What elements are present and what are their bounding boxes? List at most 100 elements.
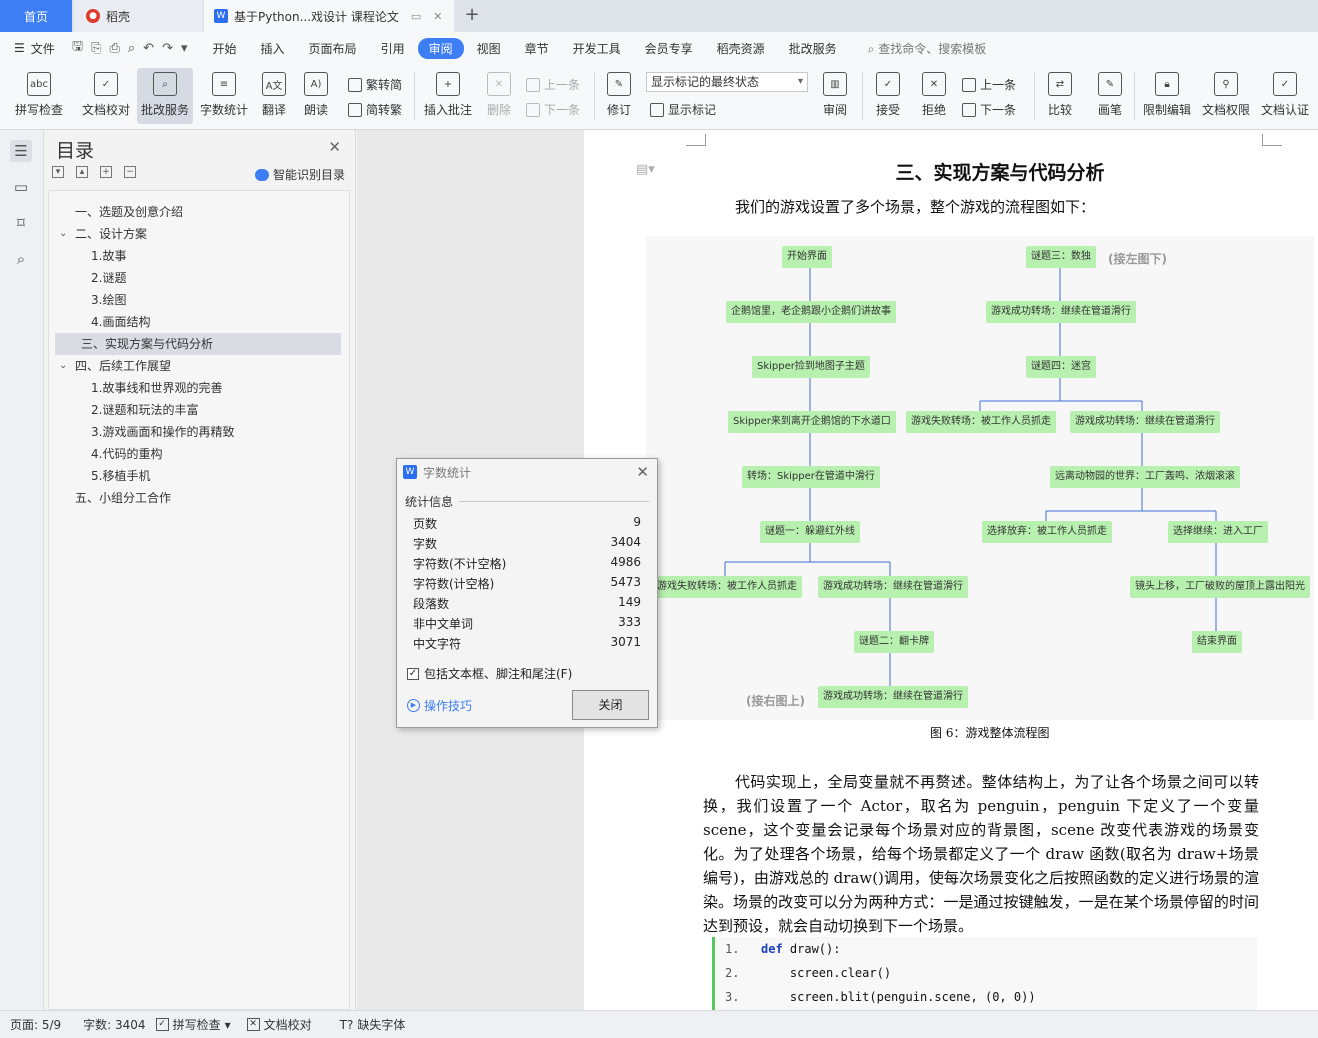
tab-document[interactable]: W 基于Python...戏设计 课程论文 ▭ ✕	[204, 0, 454, 32]
print-preview-icon[interactable]: ⌕	[128, 41, 135, 56]
code-block[interactable]: 1. def draw(): 2. screen.clear() 3. screen.…	[712, 937, 1257, 1010]
toc-item[interactable]: 5.移植手机	[49, 465, 341, 487]
markup-state-select[interactable]: 显示标记的最终状态	[646, 72, 808, 92]
paragraph-icon[interactable]: ▤▾	[636, 162, 655, 177]
menu-item[interactable]: 会员专享	[634, 38, 704, 59]
prev-change-icon	[962, 77, 976, 92]
toc-item[interactable]: 1.故事线和世界观的完善	[49, 377, 341, 399]
toc-item[interactable]: ⌄ 四、后续工作展望	[49, 355, 341, 377]
compare-button[interactable]: ⇄ 比较	[1040, 68, 1080, 124]
prev-comment-button[interactable]: 上一条	[526, 76, 580, 93]
print-icon[interactable]: ⎙	[109, 41, 119, 56]
menu-item[interactable]: 插入	[250, 38, 296, 59]
chevron-down-icon[interactable]: ⌄	[59, 355, 67, 377]
menu-item[interactable]: 视图	[466, 38, 512, 59]
to-traditional-button[interactable]: 繁转简	[348, 76, 402, 93]
chevron-down-icon[interactable]: ⌄	[59, 223, 67, 245]
redo-icon[interactable]: ↷	[162, 41, 173, 56]
bookmark-icon[interactable]: ⌑	[10, 212, 32, 234]
undo-icon[interactable]: ↶	[143, 41, 154, 56]
missing-font-label: 缺失字体	[357, 1018, 406, 1032]
toc-item[interactable]: 1.故事	[49, 245, 341, 267]
close-tab-icon[interactable]: ✕	[433, 10, 442, 23]
search-icon[interactable]: ⌕	[10, 248, 32, 270]
spellcheck-status[interactable]: ✓ 拼写检查 ▾	[155, 1016, 231, 1033]
spellcheck-button[interactable]: abc 拼写检查	[8, 68, 70, 124]
toc-item[interactable]: 3.绘图	[49, 289, 341, 311]
show-markup-label: 显示标记	[668, 103, 717, 117]
track-changes-button[interactable]: ✎ 修订	[600, 68, 638, 124]
tab-daoke[interactable]: ● 稻壳	[74, 0, 202, 32]
flow-node: 谜题一：躲避红外线	[760, 521, 860, 543]
pen-button[interactable]: ✎ 画笔	[1092, 68, 1128, 124]
menu-item[interactable]: 章节	[514, 38, 560, 59]
toc-item[interactable]: 4.画面结构	[49, 311, 341, 333]
smart-toc-button[interactable]: 智能识别目录	[254, 166, 345, 183]
customize-chevron-icon[interactable]: ▾	[181, 41, 188, 56]
word-count-indicator[interactable]: 字数: 3404	[83, 1016, 145, 1033]
toc-item[interactable]: 4.代码的重构	[49, 443, 341, 465]
collapse-all-icon[interactable]: −	[124, 166, 136, 178]
toc-item[interactable]: 2.谜题	[49, 267, 341, 289]
collapse-up-icon[interactable]: ▴	[76, 166, 88, 178]
correct-service-button[interactable]: ⌕ 批改服务	[137, 68, 193, 124]
expand-all-icon[interactable]: +	[100, 166, 112, 178]
tab-home[interactable]: 首页	[0, 0, 72, 32]
command-search[interactable]: ⌕ 查找命令、搜索模板	[868, 40, 987, 57]
next-comment-button[interactable]: 下一条	[526, 101, 580, 118]
toc-item[interactable]: 一、选题及创意介绍	[49, 201, 341, 223]
flow-node: 谜题四：迷宫	[1026, 356, 1096, 378]
review-pane-button[interactable]: ▥ 审阅	[816, 68, 854, 124]
prev-change-button[interactable]: 上一条	[962, 76, 1016, 93]
outline-icon[interactable]: ☰	[10, 140, 32, 162]
to-simplified-button[interactable]: 简转繁	[348, 101, 402, 118]
toc-item[interactable]: 2.谜题和玩法的丰富	[49, 399, 341, 421]
page-indicator[interactable]: 页面: 5/9	[10, 1016, 61, 1033]
monitor-icon[interactable]: ▭	[411, 10, 421, 23]
new-tab-button[interactable]: +	[462, 5, 482, 25]
include-textbox-checkbox[interactable]: ✓ 包括文本框、脚注和尾注(F)	[407, 665, 572, 682]
missing-font-status[interactable]: T? 缺失字体	[340, 1016, 406, 1033]
close-icon[interactable]: ✕	[636, 463, 649, 481]
menu-item[interactable]: 稻壳资源	[706, 38, 776, 59]
translate-button[interactable]: A文 翻译	[254, 68, 294, 124]
doccheck-button[interactable]: ✓ 文档校对	[78, 68, 134, 124]
save-icon[interactable]: 🖫	[72, 37, 83, 59]
file-menu[interactable]: ☰ 文件	[0, 40, 72, 57]
next-change-label: 下一条	[980, 103, 1017, 117]
show-markup-button[interactable]: 显示标记	[650, 101, 716, 118]
menu-item[interactable]: 引用	[370, 38, 416, 59]
expand-down-icon[interactable]: ▾	[52, 166, 64, 178]
doc-certify-button[interactable]: ✓ 文档认证	[1258, 68, 1312, 124]
toc-item[interactable]: 五、小组分工合作	[49, 487, 341, 509]
delete-comment-button[interactable]: ✕ 删除	[480, 68, 518, 124]
toc-item[interactable]: 三、实现方案与代码分析	[55, 333, 341, 355]
proofread-status[interactable]: ✕ 文档校对	[246, 1016, 312, 1033]
menu-item[interactable]: 开发工具	[562, 38, 632, 59]
restrict-edit-button[interactable]: 🔒︎ 限制编辑	[1140, 68, 1194, 124]
dialog-titlebar[interactable]: W 字数统计	[397, 459, 657, 485]
export-pdf-icon[interactable]: ⎘	[91, 41, 101, 56]
toc-item[interactable]: 3.游戏画面和操作的再精致	[49, 421, 341, 443]
flow-note: (接左图下)	[1108, 252, 1167, 266]
menu-item[interactable]: 批改服务	[778, 38, 848, 59]
ribbon-divider	[1134, 72, 1135, 120]
next-change-button[interactable]: 下一条	[962, 101, 1016, 118]
menu-item[interactable]: 页面布局	[298, 38, 368, 59]
toc-item[interactable]: ⌄ 二、设计方案	[49, 223, 341, 245]
close-button[interactable]: 关闭	[572, 690, 649, 720]
close-icon[interactable]: ✕	[328, 138, 341, 156]
reject-button[interactable]: ✕ 拒绝	[914, 68, 954, 124]
wordcount-button[interactable]: ≡ 字数统计	[197, 68, 251, 124]
trad-icon	[348, 77, 362, 92]
accept-button[interactable]: ✓ 接受	[868, 68, 908, 124]
tips-link[interactable]: ▶ 操作技巧	[407, 697, 472, 714]
read-aloud-button[interactable]: A) 朗读	[298, 68, 334, 124]
insert-comment-button[interactable]: + 插入批注	[420, 68, 476, 124]
doc-permission-button[interactable]: ⚲ 文档权限	[1199, 68, 1253, 124]
chevron-down-icon: ▾	[224, 1017, 231, 1032]
menu-item[interactable]: 开始	[202, 38, 248, 59]
accept-icon: ✓	[876, 72, 900, 96]
thumbnail-icon[interactable]: ▭	[10, 176, 32, 198]
menu-item[interactable]: 审阅	[417, 37, 464, 59]
